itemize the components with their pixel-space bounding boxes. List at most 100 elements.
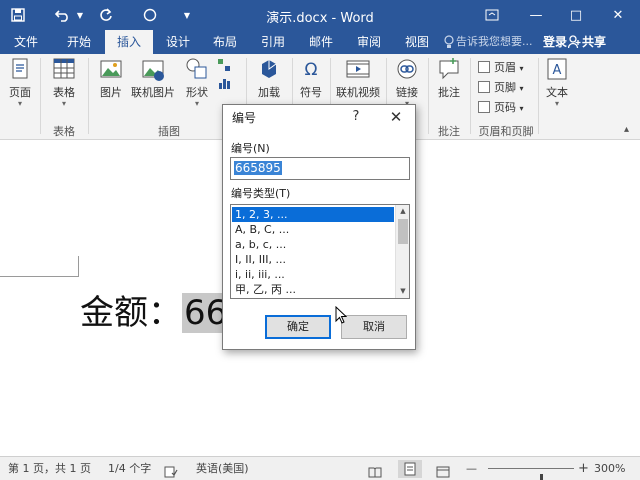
maximize-button[interactable]: □	[562, 0, 590, 30]
list-item[interactable]: 1, 2, 3, ...	[232, 207, 394, 222]
help-button[interactable]: ?	[349, 105, 363, 129]
picture-icon	[100, 60, 122, 78]
omega-icon: Ω	[305, 60, 318, 80]
shapes-dropdown-icon: ▾	[194, 99, 199, 108]
number-dialog: 编号 ? ✕ 编号(N) 665895 编号类型(T) 1, 2, 3, ...…	[222, 104, 416, 350]
proofing-icon[interactable]	[164, 463, 178, 478]
footer-icon	[478, 81, 490, 93]
footer-label: 页脚	[494, 81, 516, 94]
tab-mailings[interactable]: 邮件	[298, 30, 344, 54]
tab-file[interactable]: 文件	[4, 30, 48, 54]
margin-marker	[78, 256, 79, 277]
zoom-slider-thumb[interactable]	[540, 474, 543, 480]
list-item[interactable]: a, b, c, ...	[232, 237, 394, 252]
number-input[interactable]: 665895	[230, 157, 410, 180]
number-input-value: 665895	[234, 161, 282, 175]
list-scrollbar[interactable]: ▲ ▼	[395, 205, 409, 298]
tab-insert[interactable]: 插入	[105, 30, 153, 54]
online-picture-label: 联机图片	[131, 86, 175, 99]
tab-design[interactable]: 设计	[156, 30, 200, 54]
table-button[interactable]: 表格 ▾	[46, 56, 82, 108]
tab-view[interactable]: 视图	[394, 30, 440, 54]
document-text-prefix: 金额：	[80, 293, 182, 333]
table-dropdown-icon: ▾	[61, 99, 66, 108]
picture-label: 图片	[100, 86, 122, 99]
number-type-list[interactable]: 1, 2, 3, ... A, B, C, ... a, b, c, ... I…	[230, 204, 410, 299]
share-button[interactable]: 共享	[582, 30, 606, 54]
scrollbar-thumb[interactable]	[398, 219, 408, 244]
list-item[interactable]: A, B, C, ...	[232, 222, 394, 237]
margin-marker	[0, 276, 78, 277]
comment-button[interactable]: 批注	[432, 56, 466, 100]
word-count-status[interactable]: 1/4 个字	[108, 457, 151, 480]
tell-me-search[interactable]: 告诉我您想要...	[456, 30, 533, 54]
cancel-button[interactable]: 取消	[341, 315, 407, 339]
text-box-icon: A	[547, 58, 567, 80]
document-text[interactable]: 金额：66	[80, 285, 230, 334]
group-separator	[538, 58, 539, 134]
picture-button[interactable]: 图片	[94, 56, 128, 100]
text-label: 文本	[546, 86, 568, 99]
group-separator	[40, 58, 41, 134]
online-video-label: 联机视频	[336, 86, 380, 99]
ok-button[interactable]: 确定	[265, 315, 331, 339]
online-video-button[interactable]: 联机视频	[334, 56, 382, 100]
link-label: 链接	[396, 86, 418, 99]
print-layout-icon[interactable]	[398, 460, 422, 478]
zoom-slider[interactable]	[488, 468, 574, 480]
group-label-header-footer: 页眉和页脚	[478, 125, 534, 138]
page-number-dropdown-icon: ▾	[519, 104, 524, 113]
text-button[interactable]: A 文本 ▾	[540, 56, 574, 108]
header-icon	[478, 61, 490, 73]
smartart-icon[interactable]	[217, 58, 231, 75]
web-layout-icon[interactable]	[436, 463, 450, 478]
dialog-title: 编号	[232, 111, 257, 125]
collapse-ribbon-icon[interactable]: ▴	[624, 124, 629, 135]
page-count-status[interactable]: 第 1 页，共 1 页	[8, 457, 91, 480]
close-window-button[interactable]: ✕	[604, 0, 632, 30]
close-button[interactable]: ✕	[383, 105, 409, 129]
mouse-pointer-icon	[335, 305, 348, 327]
table-label: 表格	[53, 86, 75, 99]
language-status[interactable]: 英语(美国)	[196, 457, 249, 480]
list-item[interactable]: 甲, 乙, 丙 ...	[232, 282, 394, 297]
list-item[interactable]: i, ii, iii, ...	[232, 267, 394, 282]
zoom-out-button[interactable]: —	[466, 457, 477, 480]
symbol-button[interactable]: Ω 符号	[294, 56, 328, 100]
online-picture-button[interactable]: 联机图片	[130, 56, 176, 100]
online-video-icon	[346, 60, 370, 78]
shapes-label: 形状	[186, 86, 208, 99]
shapes-icon	[186, 58, 207, 79]
footer-button[interactable]: 页脚 ▾	[478, 78, 524, 98]
header-button[interactable]: 页眉 ▾	[478, 58, 524, 78]
group-label-comments: 批注	[438, 125, 460, 138]
zoom-in-button[interactable]: +	[578, 457, 589, 480]
page-button[interactable]: 页面 ▾	[4, 56, 36, 108]
table-icon	[53, 58, 75, 79]
page-number-button[interactable]: 页码 ▾	[478, 98, 524, 118]
group-separator	[428, 58, 429, 134]
header-label: 页眉	[494, 61, 516, 74]
svg-text:A: A	[553, 63, 562, 78]
group-label-tables: 表格	[53, 125, 75, 138]
list-item[interactable]: I, II, III, ...	[232, 252, 394, 267]
tab-home[interactable]: 开始	[56, 30, 102, 54]
tab-review[interactable]: 审阅	[346, 30, 392, 54]
login-link[interactable]: 登录	[543, 30, 567, 54]
minimize-button[interactable]: —	[522, 0, 550, 30]
chart-icon[interactable]	[217, 76, 231, 93]
ribbon-display-options-icon[interactable]	[478, 0, 506, 30]
scroll-down-arrow-icon[interactable]: ▼	[396, 285, 409, 298]
shapes-button[interactable]: 形状 ▾	[180, 56, 214, 108]
tab-references[interactable]: 引用	[250, 30, 296, 54]
read-mode-icon[interactable]	[368, 463, 382, 478]
scroll-up-arrow-icon[interactable]: ▲	[396, 205, 409, 218]
zoom-level[interactable]: 300%	[594, 457, 625, 480]
comment-icon	[439, 58, 459, 80]
link-button[interactable]: 链接 ▾	[390, 56, 424, 108]
page-dropdown-icon: ▾	[17, 99, 22, 108]
page-number-label: 页码	[494, 101, 516, 114]
addins-button[interactable]: 加载	[252, 56, 286, 100]
svg-text:Ω: Ω	[305, 60, 318, 80]
tab-layout[interactable]: 布局	[202, 30, 248, 54]
